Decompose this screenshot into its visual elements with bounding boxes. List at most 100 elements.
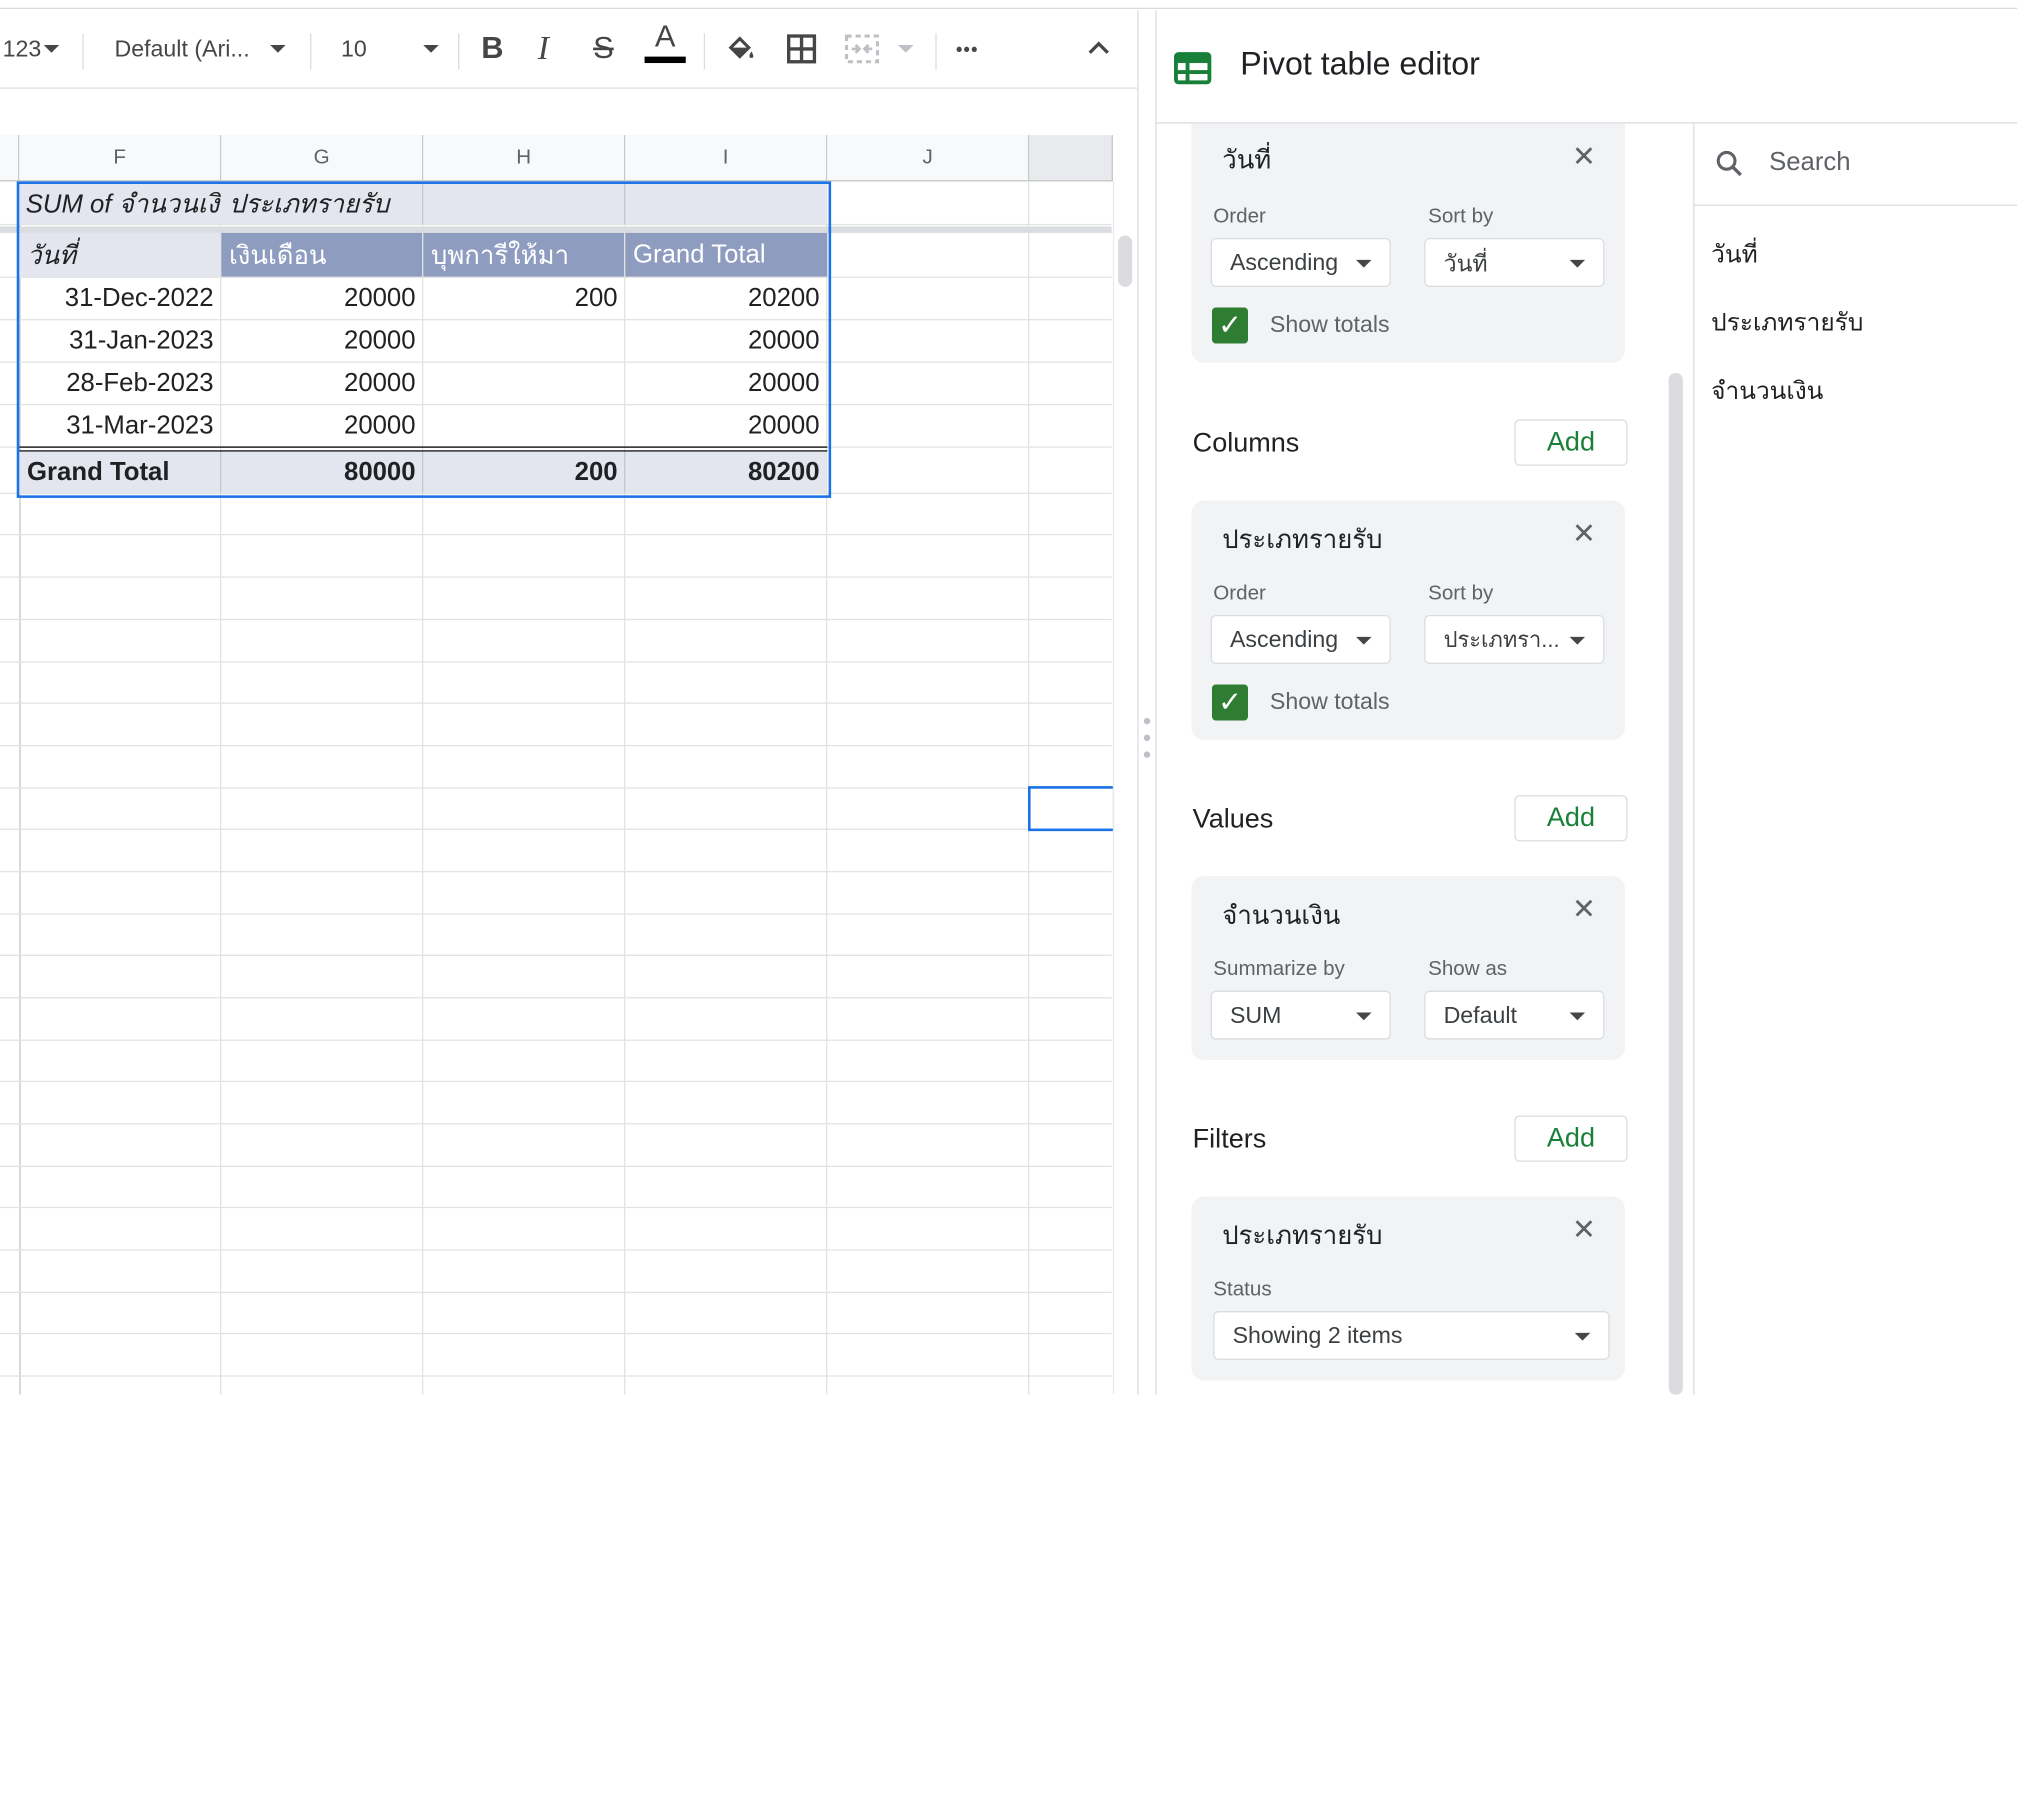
column-letter: I [722,146,729,168]
column-header-f[interactable]: F [19,135,222,182]
pivot-range-selection [16,181,832,498]
column-header-h[interactable]: H [423,135,626,182]
close-icon[interactable]: ✕ [1571,895,1597,923]
strikethrough-button[interactable]: S [593,26,614,72]
column-header-k[interactable] [1029,135,1113,182]
status-select[interactable]: Showing 2 items [1213,1311,1610,1360]
chevron-down-icon [1569,1012,1586,1021]
more-icon: ••• [955,38,979,60]
sortby-select[interactable]: วันที่ [1424,238,1605,287]
values-heading: Values [1192,804,1274,834]
font-size-label: 10 [340,35,367,62]
column-letter: H [516,146,532,168]
field-list-item[interactable]: วันที่ [1711,235,1758,274]
font-family-label: Default (Ari... [114,35,250,62]
close-icon[interactable]: ✕ [1571,142,1597,170]
collapse-toolbar-button[interactable] [1085,26,1113,72]
panel-title: Pivot table editor [1240,46,1480,83]
text-color-button[interactable]: A [644,19,686,67]
sortby-value: ประเภทรา... [1443,627,1560,652]
column-letter: G [313,146,330,168]
order-label: Order [1213,582,1266,605]
gridline [0,702,1112,704]
toolbar: 123 Default (Ari... 10 B I S A ••• [0,10,1138,89]
panel-resize-handle[interactable] [1137,10,1157,1395]
show-totals-label: Show totals [1269,688,1390,715]
add-column-button[interactable]: Add [1514,419,1628,466]
number-format-label: 123 [2,35,42,62]
chevron-down-icon [1574,1332,1591,1341]
field-list-item[interactable]: ประเภทรายรับ [1711,304,1863,343]
number-format-button[interactable]: 123 [3,26,60,72]
more-options-button[interactable]: ••• [956,26,979,72]
gridline [0,661,1112,663]
order-select[interactable]: Ascending [1210,238,1391,287]
gridline [0,744,1112,747]
gridline [0,618,1112,621]
field-search-input[interactable]: Search [1769,148,1851,178]
show-totals-checkbox[interactable]: ✓ [1211,307,1249,344]
order-value: Ascending [1229,248,1339,275]
panel-scrollbar-thumb[interactable] [1668,373,1683,1395]
sheets-table-icon [1174,52,1212,85]
chevron-down-icon [1569,259,1586,268]
card-title: ประเภทรายรับ [1222,526,1383,555]
chevron-down-icon [270,45,286,53]
search-divider [1693,204,2017,206]
gridline [0,1039,1112,1041]
summarize-select[interactable]: SUM [1210,990,1391,1040]
gridline [0,533,1112,536]
field-list-item[interactable]: จำนวนเงิน [1711,372,1823,411]
scrollbar-thumb[interactable] [1118,235,1133,287]
show-totals-label: Show totals [1269,311,1390,338]
order-value: Ascending [1229,625,1339,652]
panel-column-divider [1693,123,1695,1395]
toolbar-divider [310,33,312,70]
text-color-swatch [644,56,686,64]
column-header-i[interactable]: I [625,135,828,182]
vertical-scrollbar[interactable] [1112,181,1139,1395]
summarize-label: Summarize by [1213,958,1345,981]
column-header-j[interactable]: J [827,135,1030,182]
show-totals-checkbox[interactable]: ✓ [1211,684,1249,721]
chevron-down-icon [1356,1012,1372,1021]
column-header-g[interactable]: G [221,135,424,182]
value-field-card: จำนวนเงิน ✕ Summarize by SUM Show as Def… [1191,876,1625,1061]
showas-value: Default [1443,1001,1517,1028]
borders-button[interactable] [785,26,818,72]
gridline [0,1123,1112,1125]
merge-cells-button[interactable] [844,26,914,72]
status-value: Showing 2 items [1232,1321,1403,1348]
text-color-icon: A [654,19,676,55]
card-title: วันที่ [1222,146,1272,175]
close-icon[interactable]: ✕ [1571,519,1597,547]
sortby-select[interactable]: ประเภทรา... [1424,614,1605,664]
borders-icon [787,34,817,64]
italic-button[interactable]: I [538,26,549,72]
active-cell[interactable] [1027,786,1116,832]
merge-cells-icon [845,34,880,64]
search-icon [1716,150,1742,177]
add-value-button[interactable]: Add [1514,795,1628,842]
gridline [0,787,1112,789]
font-size-select[interactable]: 10 [341,26,439,72]
gridline [0,1291,1112,1294]
gridline [0,1249,1112,1251]
toolbar-divider [703,33,706,70]
paint-bucket-icon [728,36,754,59]
column-letter: J [922,146,933,168]
add-filter-button[interactable]: Add [1514,1115,1628,1162]
row-header-corner[interactable] [0,135,20,182]
chevron-down-icon [898,45,914,53]
close-icon[interactable]: ✕ [1571,1215,1597,1243]
font-family-select[interactable]: Default (Ari... [115,26,286,72]
fill-color-button[interactable] [724,26,757,72]
columns-heading: Columns [1192,428,1300,459]
chevron-down-icon [1569,636,1586,645]
toolbar-divider [458,33,460,70]
bold-button[interactable]: B [481,26,503,72]
order-select[interactable]: Ascending [1210,614,1391,664]
column-field-card: ประเภทรายรับ ✕ Order Ascending Sort by ป… [1191,500,1625,740]
showas-select[interactable]: Default [1424,990,1605,1040]
gridline [0,913,1112,915]
